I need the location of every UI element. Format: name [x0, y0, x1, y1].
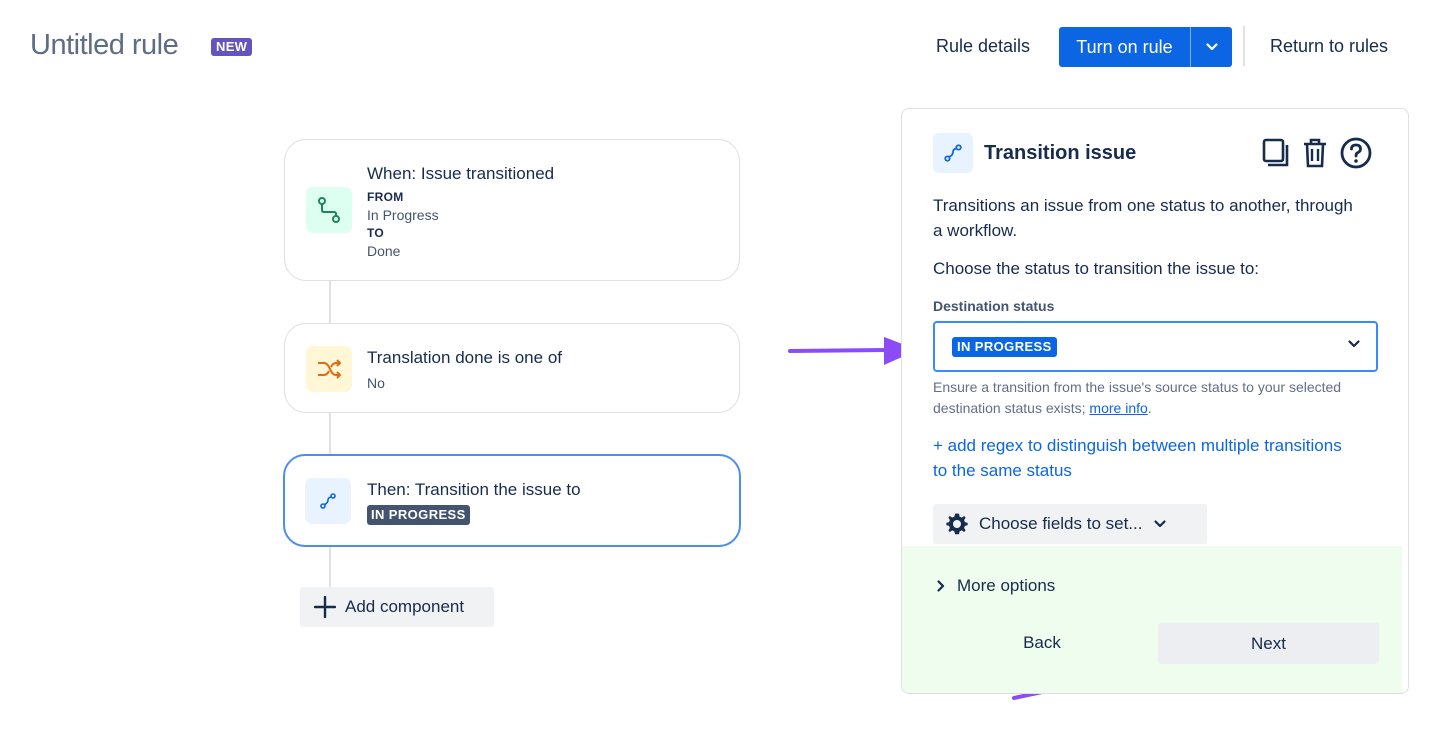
chevron-down-icon: [1348, 340, 1360, 348]
add-component-label: Add component: [345, 597, 465, 616]
new-badge: NEW: [211, 38, 253, 56]
from-value: In Progress: [367, 207, 439, 223]
more-info-link[interactable]: more info: [1089, 400, 1147, 416]
condition-title: Translation done is one of: [367, 348, 562, 367]
to-value: Done: [367, 243, 401, 259]
action-icon: [305, 478, 351, 524]
turn-on-options-button[interactable]: [1191, 27, 1232, 67]
transition-icon: [320, 493, 336, 509]
panel-actions: [1261, 136, 1373, 170]
duplicate-icon[interactable]: [1261, 137, 1291, 169]
choose-fields-label: Choose fields to set...: [979, 514, 1143, 533]
rule-details-link[interactable]: Rule details: [936, 36, 1030, 57]
add-regex-link[interactable]: + add regex to distinguish between multi…: [933, 433, 1353, 483]
panel-icon: [933, 133, 973, 173]
panel-footer: [902, 546, 1402, 693]
header-divider: [1243, 26, 1245, 66]
transition-issue-panel: Transition issue Transitions an issue fr…: [901, 108, 1409, 694]
condition-icon: [306, 346, 352, 392]
status-lozenge: IN PROGRESS: [367, 505, 470, 525]
flow-connector: [329, 413, 331, 455]
flow-connector: [329, 281, 331, 324]
panel-title: Transition issue: [984, 142, 1137, 164]
transition-icon: [318, 197, 340, 223]
from-label: FROM: [367, 190, 404, 204]
action-card[interactable]: Then: Transition the issue to IN PROGRES…: [283, 454, 741, 547]
destination-status-label: Destination status: [933, 298, 1055, 314]
turn-on-rule-button[interactable]: Turn on rule: [1059, 27, 1190, 67]
condition-value: No: [367, 375, 385, 391]
back-button[interactable]: Back: [1002, 623, 1082, 663]
transition-icon: [944, 144, 962, 162]
page-title: Untitled rule: [30, 29, 179, 61]
return-to-rules-link[interactable]: Return to rules: [1270, 36, 1388, 57]
chevron-down-icon: [1154, 520, 1167, 528]
action-title: Then: Transition the issue to: [367, 480, 581, 499]
trash-icon[interactable]: [1301, 137, 1329, 169]
destination-status-select[interactable]: IN PROGRESS: [933, 321, 1378, 372]
add-component-button[interactable]: Add component: [300, 587, 494, 627]
condition-card[interactable]: Translation done is one of No: [284, 323, 740, 413]
help-icon[interactable]: [1339, 136, 1373, 170]
trigger-card[interactable]: When: Issue transitioned FROM In Progres…: [284, 139, 740, 281]
help-text: Ensure a transition from the issue's sou…: [933, 377, 1373, 419]
help-text-end: .: [1147, 400, 1152, 416]
selected-status-lozenge: IN PROGRESS: [952, 337, 1057, 357]
more-options-label: More options: [957, 576, 1056, 595]
next-button[interactable]: Next: [1158, 623, 1379, 664]
choose-fields-button[interactable]: Choose fields to set...: [933, 504, 1207, 544]
plus-icon: [314, 596, 336, 618]
gear-icon: [946, 513, 968, 535]
branch-shuffle-icon: [318, 359, 341, 379]
choose-status-text: Choose the status to transition the issu…: [933, 259, 1260, 278]
flow-connector: [329, 546, 331, 588]
trigger-title: When: Issue transitioned: [367, 164, 555, 183]
chevron-down-icon: [1205, 43, 1218, 51]
more-options-toggle[interactable]: More options: [937, 576, 1055, 596]
panel-description: Transitions an issue from one status to …: [933, 196, 1353, 240]
to-label: TO: [367, 226, 385, 240]
chevron-right-icon: [937, 580, 945, 592]
trigger-icon: [306, 187, 352, 233]
